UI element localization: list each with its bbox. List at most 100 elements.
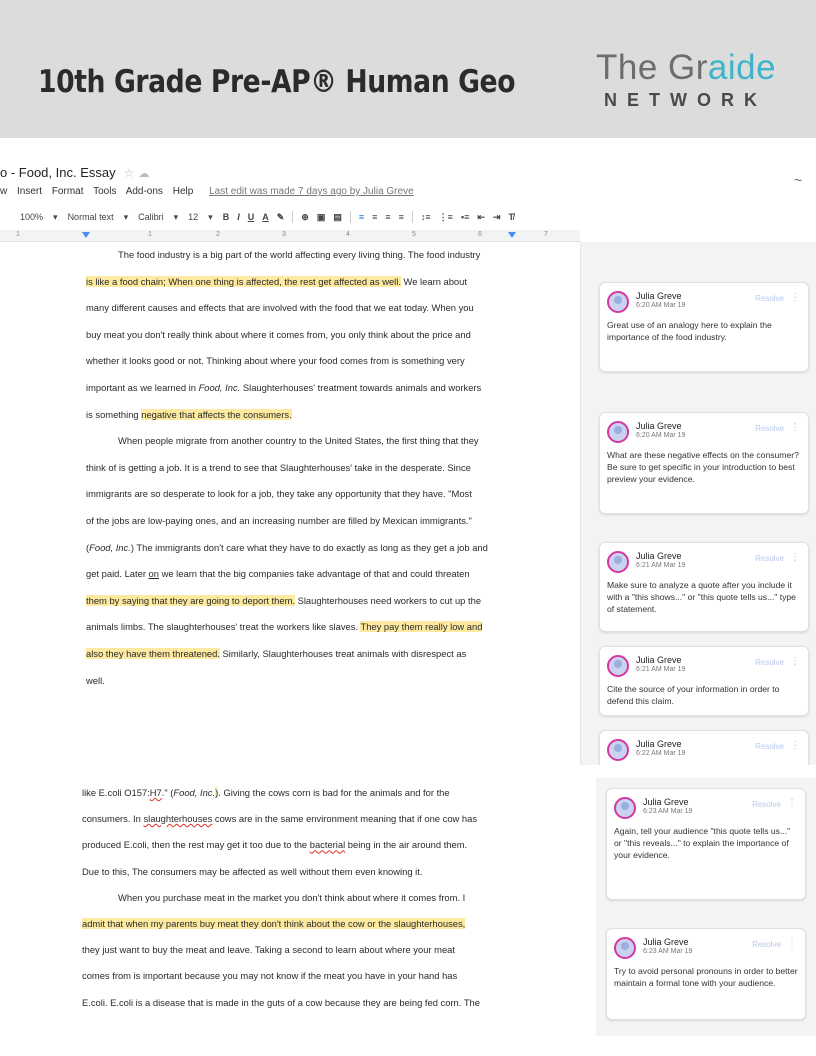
essay-line: comes from is important because you may … — [82, 966, 457, 986]
italic-button[interactable]: I — [237, 212, 240, 222]
zoom-select[interactable]: 100% — [20, 212, 43, 222]
brand-logo-bottom: NETWORK — [604, 90, 767, 110]
last-edit-link[interactable]: Last edit was made 7 days ago by Julia G… — [209, 186, 414, 197]
font-select[interactable]: Calibri — [138, 212, 164, 222]
header-banner: 10th Grade Pre-AP® Human Geo The Graide … — [0, 0, 816, 138]
avatar — [607, 551, 629, 573]
ruler-tick: 1 — [148, 231, 152, 238]
style-select[interactable]: Normal text — [68, 212, 114, 222]
align-center-icon[interactable]: ≡ — [372, 212, 377, 222]
image-icon[interactable]: ▤ — [333, 212, 342, 223]
comment-card[interactable]: Julia Greve 6:22 AM Mar 19 Resolve ⋮ — [599, 730, 809, 765]
highlight-icon[interactable]: ✎ — [277, 212, 285, 223]
menu-view[interactable]: w — [0, 186, 7, 197]
resolve-button[interactable]: Resolve — [752, 940, 781, 949]
doc-title-bar: o - Food, Inc. Essay ☆ ☁ — [0, 165, 149, 180]
comment-card[interactable]: Julia Greve 6:23 AM Mar 19 Resolve ⋮ Again, … — [606, 788, 806, 900]
comment-time: 6:20 AM Mar 19 — [636, 432, 686, 439]
toolbar-divider — [411, 211, 413, 223]
essay-line: E.coli. E.coli is a disease that is made… — [82, 993, 480, 1013]
document-page[interactable]: like E.coli O157:H7." (Food, Inc.). Givi… — [0, 778, 580, 1036]
menu-insert[interactable]: Insert — [17, 186, 42, 197]
justify-icon[interactable]: ≡ — [399, 212, 404, 222]
document-page[interactable]: The food industry is a big part of the w… — [0, 242, 580, 765]
essay-text: When you purchase meat in the market you… — [118, 891, 466, 903]
text-color-button[interactable]: A — [262, 212, 269, 222]
right-indent-marker[interactable] — [508, 232, 516, 238]
underline-button[interactable]: U — [248, 212, 255, 222]
align-left-icon[interactable]: ≡ — [359, 212, 364, 222]
star-icon[interactable]: ☆ — [124, 166, 135, 180]
comment-time: 6:21 AM Mar 19 — [636, 666, 686, 673]
cloud-icon[interactable]: ☁ — [138, 168, 149, 180]
resolve-button[interactable]: Resolve — [755, 554, 784, 563]
numbered-list-icon[interactable]: ⋮≡ — [439, 212, 453, 223]
activity-trend-icon[interactable]: ~ — [794, 172, 802, 188]
comment-card[interactable]: Julia Greve 6:20 AM Mar 19 Resolve ⋮ What ar… — [599, 412, 809, 514]
decrease-indent-icon[interactable]: ⇤ — [477, 212, 485, 223]
menu-help[interactable]: Help — [173, 186, 194, 197]
more-options-icon[interactable]: ⋮ — [790, 422, 800, 433]
align-right-icon[interactable]: ≡ — [385, 212, 390, 222]
highlighted-text: negative that affects the consumers. — [141, 408, 292, 420]
essay-line: Due to this, The consumers may be affect… — [82, 862, 422, 882]
font-size-select[interactable]: 12 — [188, 212, 198, 222]
highlighted-text: They pay them really low and — [360, 621, 483, 633]
font-chevron-icon[interactable]: ▾ — [174, 212, 179, 223]
more-options-icon[interactable]: ⋮ — [790, 292, 800, 303]
bold-button[interactable]: B — [223, 212, 230, 222]
ruler-tick: 7 — [544, 231, 548, 238]
avatar — [614, 937, 636, 959]
more-options-icon[interactable]: ⋮ — [787, 938, 797, 949]
essay-text: on — [148, 568, 159, 580]
menu-tools[interactable]: Tools — [93, 186, 116, 197]
highlighted-text: is like a food chain; When one thing is … — [86, 275, 401, 287]
doc-title[interactable]: o - Food, Inc. Essay — [0, 165, 116, 180]
essay-text: we learn that the big companies take adv… — [158, 568, 470, 580]
more-options-icon[interactable]: ⋮ — [790, 656, 800, 667]
resolve-button[interactable]: Resolve — [755, 424, 784, 433]
essay-text: important as we learned in — [86, 382, 199, 393]
essay-text: Slaughterhouses need workers to cut up t… — [294, 594, 482, 606]
ruler-tick: 6 — [478, 231, 482, 238]
size-chevron-icon[interactable]: ▾ — [208, 212, 213, 223]
resolve-button[interactable]: Resolve — [755, 294, 784, 303]
increase-indent-icon[interactable]: ⇥ — [493, 212, 501, 223]
comment-rail: Julia Greve 6:23 AM Mar 19 Resolve ⋮ Again, … — [596, 778, 816, 1036]
more-options-icon[interactable]: ⋮ — [790, 552, 800, 563]
link-icon[interactable]: ⊕ — [301, 212, 309, 223]
zoom-chevron-icon[interactable]: ▾ — [53, 212, 58, 223]
essay-text: animals limbs. The slaughterhouses' trea… — [86, 621, 361, 633]
comment-author: Julia Greve — [636, 551, 682, 561]
clear-format-icon[interactable]: T̸ — [508, 212, 514, 222]
left-indent-marker[interactable] — [82, 232, 90, 238]
essay-line: produced E.coli, then the rest may get i… — [82, 835, 467, 855]
menu-addons[interactable]: Add-ons — [126, 186, 163, 197]
essay-text: Food, Inc. — [89, 541, 131, 553]
line-spacing-icon[interactable]: ↕≡ — [421, 212, 431, 222]
more-options-icon[interactable]: ⋮ — [790, 740, 800, 751]
toolbar-divider — [292, 211, 294, 223]
comment-body: What are these negative effects on the c… — [607, 450, 799, 484]
more-options-icon[interactable]: ⋮ — [787, 798, 797, 809]
essay-line: like E.coli O157:H7." (Food, Inc.). Givi… — [82, 783, 450, 803]
bulleted-list-icon[interactable]: •≡ — [461, 212, 469, 222]
resolve-button[interactable]: Resolve — [755, 742, 784, 751]
style-chevron-icon[interactable]: ▾ — [124, 212, 129, 223]
comment-card[interactable]: Julia Greve 6:21 AM Mar 19 Resolve ⋮ Make su… — [599, 542, 809, 632]
comment-author: Julia Greve — [636, 655, 682, 665]
essay-text: comes from is important because you may … — [82, 970, 458, 982]
resolve-button[interactable]: Resolve — [752, 800, 781, 809]
comment-card[interactable]: Julia Greve 6:20 AM Mar 19 Resolve ⋮ Great u… — [599, 282, 809, 372]
essay-text: of the jobs are low-paying ones, and an … — [86, 515, 472, 526]
essay-text: is something — [86, 408, 142, 420]
essay-text: whether it looks good or not. Thinking a… — [86, 355, 465, 367]
ruler[interactable]: 1 1 2 3 4 5 6 7 — [0, 230, 580, 242]
comment-card[interactable]: Julia Greve 6:21 AM Mar 19 Resolve ⋮ Cite th… — [599, 646, 809, 716]
comment-card[interactable]: Julia Greve 6:23 AM Mar 19 Resolve ⋮ Try to … — [606, 928, 806, 1020]
comment-icon[interactable]: ▣ — [317, 212, 326, 223]
brand-logo-top: The Graide — [596, 48, 786, 88]
resolve-button[interactable]: Resolve — [755, 658, 784, 667]
menu-format[interactable]: Format — [52, 186, 84, 197]
essay-text: When people migrate from another country… — [118, 435, 479, 447]
